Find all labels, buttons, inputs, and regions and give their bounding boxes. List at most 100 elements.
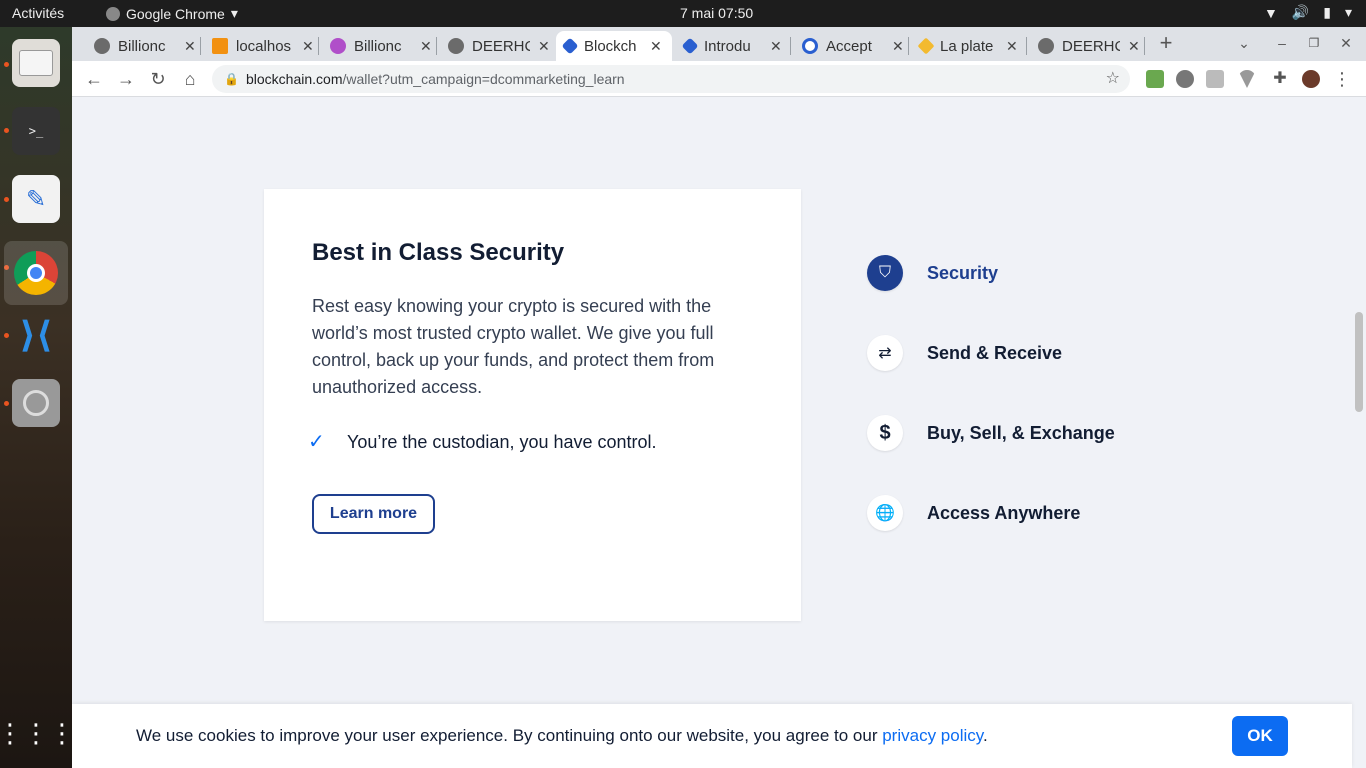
avatar[interactable] xyxy=(1302,70,1320,88)
feature-security[interactable]: ⛉ Security xyxy=(867,254,998,292)
feature-send-receive[interactable]: ⇄ Send & Receive xyxy=(867,334,1062,372)
coinpayments-icon xyxy=(802,38,818,54)
tab-8[interactable]: La plate ✕ xyxy=(912,31,1026,61)
web-page: Best in Class Security Rest easy knowing… xyxy=(72,97,1366,768)
address-bar[interactable]: 🔒 blockchain.com/wallet?utm_campaign=dco… xyxy=(212,65,1130,93)
bookmark-star-icon[interactable]: ☆ xyxy=(1106,65,1120,93)
chrome-icon[interactable] xyxy=(4,241,68,305)
tab-separator xyxy=(790,37,791,55)
forward-arrow-icon[interactable]: → xyxy=(114,67,138,91)
lock-icon[interactable]: 🔒 xyxy=(224,65,239,93)
feature-buy-sell-exchange[interactable]: $ Buy, Sell, & Exchange xyxy=(867,414,1115,452)
close-icon[interactable]: ✕ xyxy=(650,38,662,55)
tab-search-icon[interactable]: ⌄ xyxy=(1232,31,1256,55)
tab-separator xyxy=(200,37,201,55)
tab-strip: Billionc ✕ localhos ✕ Billionc ✕ DEERHC … xyxy=(72,27,1366,61)
vscode-icon[interactable]: ⟩⟨ xyxy=(12,311,60,359)
os-top-bar: Activités Google Chrome ▾ 7 mai 07:50 ▼ … xyxy=(0,0,1366,27)
terminal-icon[interactable]: >_ xyxy=(12,107,60,155)
tab-4[interactable]: DEERHC ✕ xyxy=(440,31,558,61)
feature-label: Access Anywhere xyxy=(927,502,1081,523)
puzzle-extensions-icon[interactable]: ✚ xyxy=(1268,67,1292,91)
close-icon[interactable]: ✕ xyxy=(184,38,196,55)
feature-access-anywhere[interactable]: 🌐 Access Anywhere xyxy=(867,494,1080,532)
blockchain-icon xyxy=(681,37,699,55)
tab-title: localhos xyxy=(236,37,292,55)
tab-7[interactable]: Accept ✕ xyxy=(794,31,912,61)
tab-title: Blockch xyxy=(584,37,637,55)
globe-icon xyxy=(1038,38,1054,54)
close-icon[interactable]: ✕ xyxy=(302,38,314,55)
restore-button[interactable]: ❐ xyxy=(1302,31,1326,55)
dock: >_ ✎ ⟩⟨ ⋮⋮⋮ xyxy=(0,27,75,768)
tab-separator xyxy=(1144,37,1145,55)
app-menu[interactable]: Google Chrome ▾ xyxy=(106,5,238,22)
phpmyadmin-icon xyxy=(212,38,228,54)
close-icon[interactable]: ✕ xyxy=(770,38,782,55)
close-icon[interactable]: ✕ xyxy=(1006,38,1018,55)
tab-9[interactable]: DEERHC ✕ xyxy=(1030,31,1148,61)
globe-icon: 🌐 xyxy=(867,495,903,531)
blockchain-icon xyxy=(561,37,579,55)
extension-icon[interactable] xyxy=(1206,70,1224,88)
card-bullet: You’re the custodian, you have control. xyxy=(347,432,657,452)
extension-icon[interactable] xyxy=(1238,70,1256,88)
privacy-policy-link[interactable]: privacy policy xyxy=(882,726,983,745)
text-editor-icon[interactable]: ✎ xyxy=(12,175,60,223)
running-indicator xyxy=(4,197,9,202)
globe-icon xyxy=(448,38,464,54)
tab-3[interactable]: Billionc ✕ xyxy=(322,31,440,61)
url-host: blockchain.com xyxy=(246,71,343,87)
feature-label: Security xyxy=(927,262,999,283)
chevron-down-icon: ▾ xyxy=(1344,4,1352,20)
close-window-button[interactable]: ✕ xyxy=(1334,31,1358,55)
tab-title: Billionc xyxy=(354,37,402,55)
system-tray[interactable]: ▼ 🔊 ▮ ▾ xyxy=(1264,4,1352,21)
cookie-ok-button[interactable]: OK xyxy=(1232,716,1288,756)
new-tab-button[interactable]: + xyxy=(1154,31,1178,55)
tab-separator xyxy=(908,37,909,55)
back-arrow-icon[interactable]: ← xyxy=(82,67,106,91)
close-icon[interactable]: ✕ xyxy=(1128,38,1140,55)
close-icon[interactable]: ✕ xyxy=(420,38,432,55)
tab-separator xyxy=(318,37,319,55)
minimize-button[interactable]: ‒ xyxy=(1270,31,1294,55)
home-icon[interactable]: ⌂ xyxy=(178,67,202,91)
cookie-message: We use cookies to improve your user expe… xyxy=(136,726,883,745)
disc-icon[interactable] xyxy=(12,379,60,427)
url-path: /wallet?utm_campaign=dcommarketing_learn xyxy=(342,71,625,87)
volume-icon: 🔊 xyxy=(1291,4,1310,20)
chrome-small-icon xyxy=(106,6,120,21)
extension-icon[interactable] xyxy=(1176,70,1194,88)
wifi-icon: ▼ xyxy=(1263,4,1278,21)
tab-5-active[interactable]: Blockch ✕ xyxy=(556,31,672,61)
scrollbar[interactable] xyxy=(1352,97,1366,768)
clock[interactable]: 7 mai 07:50 xyxy=(680,5,753,21)
learn-more-button[interactable]: Learn more xyxy=(312,494,435,534)
tab-title: Accept xyxy=(826,37,872,55)
tab-6[interactable]: Introdu ✕ xyxy=(676,31,790,61)
tab-title: La plate xyxy=(940,37,994,55)
cookie-banner: We use cookies to improve your user expe… xyxy=(72,704,1352,768)
close-icon[interactable]: ✕ xyxy=(538,38,550,55)
files-icon[interactable] xyxy=(12,39,60,87)
billioncoin-icon xyxy=(330,38,346,54)
show-apps-icon[interactable]: ⋮⋮⋮ xyxy=(0,709,75,757)
chevron-down-icon: ▾ xyxy=(230,5,238,21)
battery-icon: ▮ xyxy=(1323,4,1331,20)
card-title: Best in Class Security xyxy=(312,239,565,266)
tab-1[interactable]: Billionc ✕ xyxy=(86,31,204,61)
tab-separator xyxy=(436,37,437,55)
close-icon[interactable]: ✕ xyxy=(892,38,904,55)
reload-icon[interactable]: ↻ xyxy=(146,67,170,91)
tab-title: Billionc xyxy=(118,37,166,55)
feature-label: Buy, Sell, & Exchange xyxy=(927,422,1115,443)
security-card: Best in Class Security Rest easy knowing… xyxy=(264,189,801,621)
tab-2[interactable]: localhos ✕ xyxy=(204,31,322,61)
kebab-menu-icon[interactable]: ⋮ xyxy=(1330,67,1354,91)
activities-button[interactable]: Activités xyxy=(12,5,64,21)
cookie-suffix: . xyxy=(983,726,988,745)
scrollbar-thumb[interactable] xyxy=(1355,312,1363,412)
browser-window: Billionc ✕ localhos ✕ Billionc ✕ DEERHC … xyxy=(72,27,1366,768)
extension-download-icon[interactable] xyxy=(1146,70,1164,88)
